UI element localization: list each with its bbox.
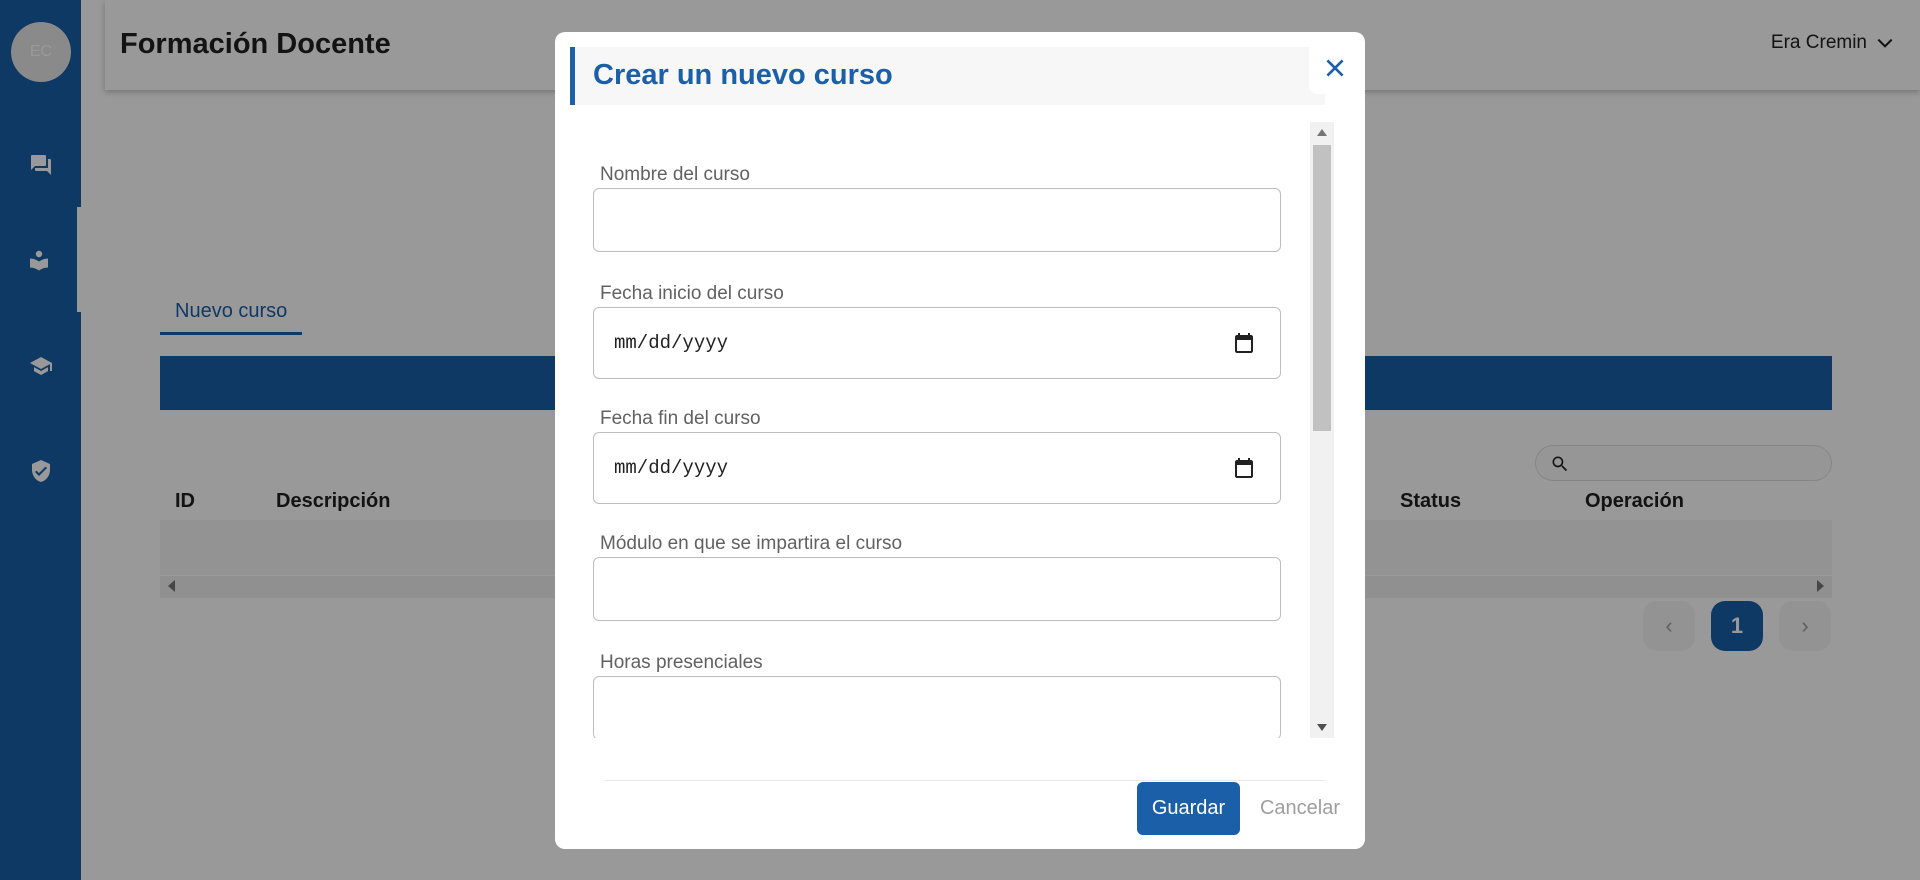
create-course-dialog: Crear un nuevo curso Nombre del curso Fe…: [555, 32, 1365, 849]
start-date-label: Fecha inicio del curso: [600, 283, 784, 304]
dialog-header: Crear un nuevo curso: [570, 47, 1325, 105]
in-person-hours-input[interactable]: [593, 676, 1281, 738]
footer-divider: [605, 780, 1325, 781]
save-button[interactable]: Guardar: [1137, 782, 1240, 835]
scroll-down-icon[interactable]: [1317, 724, 1327, 731]
end-date-input[interactable]: mm/dd/yyyy: [593, 432, 1281, 504]
close-icon: [1326, 59, 1344, 77]
calendar-icon[interactable]: [1232, 456, 1256, 480]
module-input[interactable]: [593, 557, 1281, 621]
start-date-value: mm/dd/yyyy: [614, 332, 729, 354]
start-date-input[interactable]: mm/dd/yyyy: [593, 307, 1281, 379]
course-name-label: Nombre del curso: [600, 164, 750, 185]
course-name-input[interactable]: [593, 188, 1281, 252]
scrollbar-thumb[interactable]: [1313, 145, 1331, 431]
end-date-label: Fecha fin del curso: [600, 408, 761, 429]
module-label: Módulo en que se impartira el curso: [600, 533, 903, 554]
scroll-up-icon[interactable]: [1317, 129, 1327, 136]
cancel-button[interactable]: Cancelar: [1250, 782, 1350, 835]
calendar-icon[interactable]: [1232, 331, 1256, 355]
end-date-value: mm/dd/yyyy: [614, 457, 729, 479]
dialog-body: Nombre del curso Fecha inicio del curso …: [555, 122, 1365, 738]
close-button[interactable]: [1309, 42, 1361, 94]
in-person-hours-label: Horas presenciales: [600, 652, 763, 673]
dialog-title: Crear un nuevo curso: [593, 59, 893, 91]
vertical-scrollbar[interactable]: [1310, 122, 1334, 738]
